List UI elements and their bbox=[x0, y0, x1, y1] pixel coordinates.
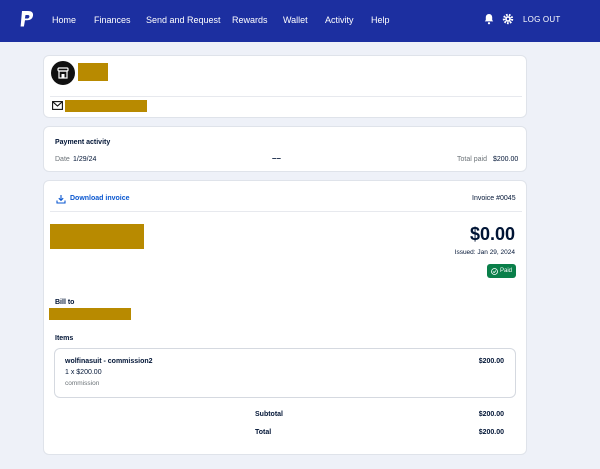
nav-wallet[interactable]: Wallet bbox=[283, 15, 308, 25]
nav-help[interactable]: Help bbox=[371, 15, 390, 25]
download-invoice-link[interactable]: Download invoice bbox=[70, 195, 130, 202]
check-circle-icon bbox=[491, 267, 498, 275]
paid-status-badge: Paid bbox=[487, 264, 516, 278]
redacted-email bbox=[65, 100, 147, 112]
merchant-card bbox=[43, 55, 527, 118]
invoice-card: Download invoice Invoice #0045 $0.00 Iss… bbox=[43, 180, 527, 455]
divider bbox=[50, 211, 522, 212]
bill-to-label: Bill to bbox=[55, 299, 75, 306]
item-name: wolfinasuit - commission2 bbox=[65, 358, 153, 365]
gear-icon[interactable] bbox=[502, 13, 514, 25]
line-item: wolfinasuit - commission2 1 x $200.00 co… bbox=[54, 348, 516, 398]
subtotal-value: $200.00 bbox=[478, 411, 504, 418]
payment-activity-card: Payment activity Date 1/29/24 –– Total p… bbox=[43, 126, 527, 172]
paypal-logo-icon[interactable] bbox=[19, 10, 35, 30]
store-icon bbox=[57, 67, 69, 79]
payment-activity-title: Payment activity bbox=[55, 139, 111, 146]
issued-date: Issued: Jan 29, 2024 bbox=[454, 249, 515, 256]
item-quantity: 1 x $200.00 bbox=[65, 369, 102, 376]
divider bbox=[50, 96, 522, 97]
nav-activity[interactable]: Activity bbox=[325, 15, 354, 25]
paid-status-label: Paid bbox=[499, 268, 512, 274]
redacted-bill-to bbox=[49, 308, 131, 320]
nav-finances[interactable]: Finances bbox=[94, 15, 131, 25]
placeholder-dash: –– bbox=[272, 154, 281, 163]
logout-button[interactable]: LOG OUT bbox=[523, 15, 560, 24]
total-paid-value: $200.00 bbox=[493, 156, 519, 163]
bell-icon[interactable] bbox=[483, 13, 495, 25]
redacted-merchant-block bbox=[50, 224, 144, 249]
mail-icon bbox=[52, 101, 63, 110]
item-description: commission bbox=[65, 380, 100, 387]
invoice-number: Invoice #0045 bbox=[472, 195, 516, 202]
items-title: Items bbox=[55, 335, 74, 342]
nav-rewards[interactable]: Rewards bbox=[232, 15, 268, 25]
total-label: Total bbox=[255, 429, 272, 436]
top-navigation: Home Finances Send and Request Rewards W… bbox=[0, 0, 600, 42]
subtotal-label: Subtotal bbox=[255, 411, 283, 418]
date-value: 1/29/24 bbox=[73, 156, 97, 163]
redacted-merchant-name bbox=[78, 63, 108, 81]
nav-home[interactable]: Home bbox=[52, 15, 76, 25]
total-value: $200.00 bbox=[478, 429, 504, 436]
date-label: Date bbox=[55, 156, 70, 163]
item-price: $200.00 bbox=[478, 358, 504, 365]
nav-send-and-request[interactable]: Send and Request bbox=[146, 15, 221, 25]
total-paid-label: Total paid bbox=[457, 156, 487, 163]
merchant-avatar bbox=[51, 61, 75, 85]
invoice-amount: $0.00 bbox=[469, 224, 515, 244]
download-icon[interactable] bbox=[56, 194, 66, 204]
